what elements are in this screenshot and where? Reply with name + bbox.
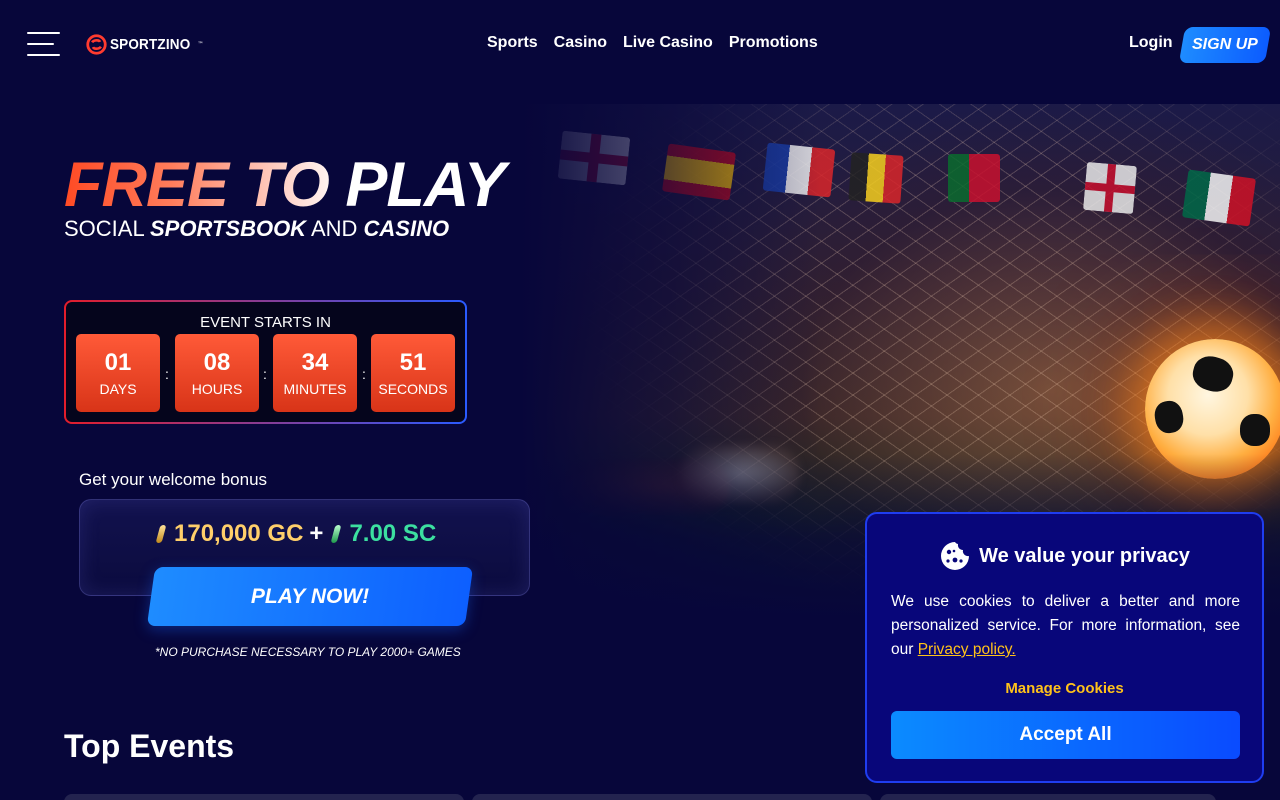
- event-countdown: EVENT STARTS IN 01 DAYS : 08 HOURS : 34 …: [64, 300, 467, 424]
- flag-mexico-image: [1181, 169, 1257, 227]
- countdown-separator: :: [165, 366, 169, 382]
- manage-cookies-button[interactable]: Manage Cookies: [867, 680, 1262, 697]
- nav-promotions[interactable]: Promotions: [729, 34, 818, 52]
- flag-england-image: [1083, 161, 1137, 215]
- headline-free: FREE: [64, 150, 245, 220]
- site-header: SPORTZINO ™ Sports Casino Live Casino Pr…: [0, 0, 1280, 90]
- logo-text: SPORTZINO: [110, 35, 191, 53]
- countdown-separator: :: [362, 366, 366, 382]
- headline-to: TO: [244, 150, 346, 220]
- no-purchase-disclaimer: *NO PURCHASE NECESSARY TO PLAY 2000+ GAM…: [155, 645, 461, 659]
- sub-prefix: SOCIAL: [64, 216, 150, 241]
- plus-sign: +: [309, 520, 324, 547]
- gc-amount: 170,000 GC: [174, 520, 304, 547]
- event-card[interactable]: [472, 794, 872, 800]
- gold-coin-icon: [155, 525, 167, 543]
- logo-trademark: ™: [197, 40, 204, 48]
- hero-headline: FREE TO PLAY: [64, 150, 506, 220]
- accept-all-button[interactable]: Accept All: [891, 711, 1240, 759]
- signup-label: SIGN UP: [1192, 36, 1258, 53]
- sweeps-coin-icon: [331, 525, 342, 543]
- cookie-dialog-title: We value your privacy: [867, 540, 1262, 572]
- play-now-label: PLAY NOW!: [250, 584, 370, 608]
- countdown-days: 01 DAYS: [76, 334, 160, 412]
- flag-belgium-image: [848, 152, 904, 204]
- countdown-hours: 08 HOURS: [175, 334, 259, 412]
- hamburger-icon[interactable]: [27, 32, 60, 57]
- countdown-hours-label: HOURS: [191, 381, 243, 397]
- sc-amount: 7.00 SC: [349, 520, 437, 547]
- sub-casino: CASINO: [363, 216, 450, 241]
- sub-sportsbook: SPORTSBOOK: [150, 216, 307, 241]
- bonus-amounts: 170,000 GC + 7.00 SC: [155, 520, 437, 548]
- signup-button[interactable]: SIGN UP: [1178, 27, 1272, 63]
- cookie-consent-dialog: We value your privacy We use cookies to …: [865, 512, 1264, 783]
- hero-subheadline: SOCIAL SPORTSBOOK AND CASINO: [64, 216, 449, 242]
- countdown-hours-value: 08: [203, 349, 231, 376]
- countdown-minutes-label: MINUTES: [283, 381, 347, 397]
- main-nav: Sports Casino Live Casino Promotions: [487, 34, 818, 52]
- countdown-minutes-value: 34: [301, 349, 329, 376]
- play-now-button[interactable]: PLAY NOW!: [146, 567, 474, 626]
- cookie-body: We use cookies to deliver a better and m…: [891, 590, 1240, 662]
- nav-sports[interactable]: Sports: [487, 34, 538, 52]
- countdown-seconds-value: 51: [399, 349, 427, 376]
- login-button[interactable]: Login: [1129, 34, 1173, 52]
- countdown-separator: :: [263, 366, 267, 382]
- countdown-days-value: 01: [104, 349, 132, 376]
- top-events-heading: Top Events: [64, 728, 235, 764]
- headline-play: PLAY: [345, 150, 505, 220]
- welcome-bonus-text: Get your welcome bonus: [79, 470, 268, 489]
- sportzino-logo-icon: [86, 33, 107, 55]
- countdown-seconds-label: SECONDS: [378, 381, 448, 397]
- site-logo[interactable]: SPORTZINO ™: [86, 33, 203, 55]
- privacy-policy-link[interactable]: Privacy policy.: [918, 641, 1016, 658]
- sub-and: AND: [306, 216, 364, 241]
- cookie-title-text: We value your privacy: [979, 544, 1190, 567]
- countdown-days-label: DAYS: [99, 381, 137, 397]
- countdown-minutes: 34 MINUTES: [273, 334, 357, 412]
- cookie-icon: [941, 542, 970, 570]
- countdown-seconds: 51 SECONDS: [371, 334, 455, 412]
- nav-live-casino[interactable]: Live Casino: [623, 34, 713, 52]
- flag-portugal-image: [948, 154, 1000, 202]
- event-card[interactable]: [880, 794, 1216, 800]
- countdown-title: EVENT STARTS IN: [200, 314, 331, 331]
- event-card[interactable]: [64, 794, 464, 800]
- nav-casino[interactable]: Casino: [554, 34, 607, 52]
